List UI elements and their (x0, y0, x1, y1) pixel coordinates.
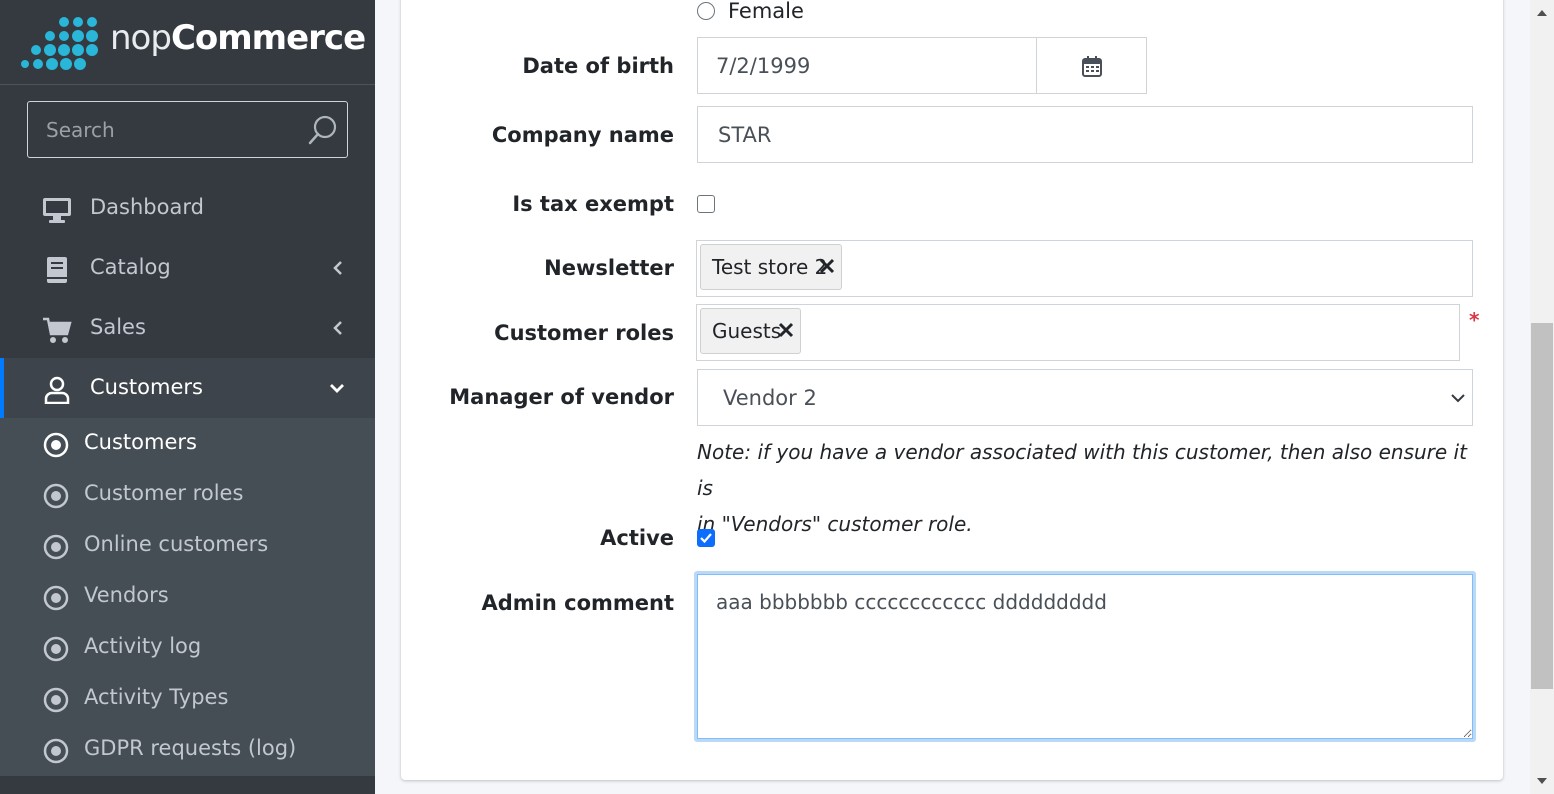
submenu-item-label: Vendors (84, 583, 169, 607)
chevron-down-icon (330, 384, 344, 393)
submenu-item-customer-roles[interactable]: Customer roles (0, 469, 375, 520)
newsletter-label: Newsletter (544, 256, 674, 280)
chevron-left-icon (333, 321, 342, 335)
tax-exempt-checkbox[interactable] (697, 195, 715, 213)
scroll-down-icon[interactable] (1536, 776, 1548, 786)
company-name-input[interactable] (697, 106, 1473, 163)
tax-exempt-label: Is tax exempt (512, 192, 674, 216)
remove-tag-icon[interactable] (778, 322, 794, 338)
user-icon (44, 376, 70, 404)
submenu-item-label: Activity Types (84, 685, 229, 709)
sidebar-item-customers[interactable]: Customers (0, 358, 375, 418)
sidebar-search (27, 101, 348, 158)
submenu-item-online-customers[interactable]: Online customers (0, 520, 375, 571)
dob-divider (1036, 38, 1037, 93)
gender-female-label: Female (728, 0, 804, 23)
scroll-up-icon[interactable] (1536, 8, 1548, 18)
vendor-note-line: in "Vendors" customer role. (697, 512, 973, 536)
gender-female-radio[interactable] (697, 2, 715, 20)
search-input[interactable] (28, 102, 298, 157)
circle-dot-icon (43, 432, 69, 458)
logo-dots-icon (21, 17, 98, 70)
book-icon (47, 257, 67, 283)
submenu-item-label: Customers (84, 430, 197, 454)
manager-of-vendor-label: Manager of vendor (449, 385, 674, 409)
sidebar-item-label: Dashboard (90, 195, 204, 219)
submenu-item-label: Online customers (84, 532, 269, 556)
dob-picker (697, 37, 1147, 94)
submenu-item-vendors[interactable]: Vendors (0, 571, 375, 622)
required-asterisk: * (1469, 308, 1480, 332)
sidebar: nopCommerce Dashboard Catalog (0, 0, 375, 794)
search-icon[interactable] (307, 114, 339, 146)
circle-dot-icon (43, 687, 69, 713)
sidebar-item-sales[interactable]: Sales (0, 298, 375, 358)
submenu-item-activity-types[interactable]: Activity Types (0, 673, 375, 724)
customer-form-card: Female Date of birth Company name Is tax… (401, 0, 1503, 780)
brand-name: nopCommerce (110, 18, 366, 58)
submenu-item-label: Activity log (84, 634, 202, 658)
sidebar-item-label: Customers (90, 375, 203, 399)
circle-dot-icon (43, 636, 69, 662)
customer-roles-multiselect[interactable]: Guests (696, 304, 1460, 361)
customer-role-tag: Guests (700, 308, 801, 354)
checkmark-icon (700, 533, 712, 544)
admin-comment-focus-ring: aaa bbbbbbb cccccccccccc ddddddddd (694, 571, 1476, 742)
admin-comment-textarea[interactable]: aaa bbbbbbb cccccccccccc ddddddddd (697, 574, 1473, 739)
vendor-note-line: Note: if you have a vendor associated wi… (697, 440, 1467, 500)
newsletter-multiselect[interactable]: Test store 2 (696, 240, 1473, 297)
dob-input[interactable] (698, 38, 1036, 93)
circle-dot-icon (43, 738, 69, 764)
active-checkbox[interactable] (697, 529, 715, 547)
calendar-icon[interactable] (1082, 55, 1102, 77)
sidebar-next-item-partial (0, 776, 375, 794)
submenu-item-activity-log[interactable]: Activity log (0, 622, 375, 673)
submenu-item-customers[interactable]: Customers (0, 418, 375, 469)
sidebar-item-label: Sales (90, 315, 146, 339)
circle-dot-icon (43, 585, 69, 611)
vendor-select-value: Vendor 2 (723, 386, 817, 410)
brand-logo[interactable]: nopCommerce (0, 0, 375, 85)
vendor-select[interactable]: Vendor 2 (697, 369, 1473, 426)
dob-label: Date of birth (522, 54, 674, 78)
admin-comment-label: Admin comment (481, 591, 675, 615)
active-label: Active (600, 526, 674, 550)
desktop-icon (43, 198, 71, 223)
customer-roles-label: Customer roles (494, 321, 674, 345)
cart-icon (43, 317, 72, 343)
customers-submenu: Customers Customer roles Online customer… (0, 418, 375, 776)
newsletter-tag: Test store 2 (700, 244, 842, 290)
sidebar-item-catalog[interactable]: Catalog (0, 238, 375, 298)
customer-role-tag-label: Guests (712, 319, 782, 343)
vendor-note: Note: if you have a vendor associated wi… (697, 434, 1477, 542)
submenu-item-label: GDPR requests (log) (84, 736, 297, 760)
circle-dot-icon (43, 534, 69, 560)
chevron-left-icon (333, 261, 342, 275)
scrollbar-thumb[interactable] (1531, 323, 1553, 689)
submenu-item-label: Customer roles (84, 481, 244, 505)
remove-tag-icon[interactable] (819, 258, 835, 274)
company-name-label: Company name (491, 123, 674, 147)
sidebar-item-label: Catalog (90, 255, 171, 279)
sidebar-item-dashboard[interactable]: Dashboard (0, 178, 375, 238)
circle-dot-icon (43, 483, 69, 509)
submenu-item-gdpr-requests[interactable]: GDPR requests (log) (0, 724, 375, 775)
chevron-down-icon (1451, 394, 1465, 403)
newsletter-tag-label: Test store 2 (712, 255, 828, 279)
